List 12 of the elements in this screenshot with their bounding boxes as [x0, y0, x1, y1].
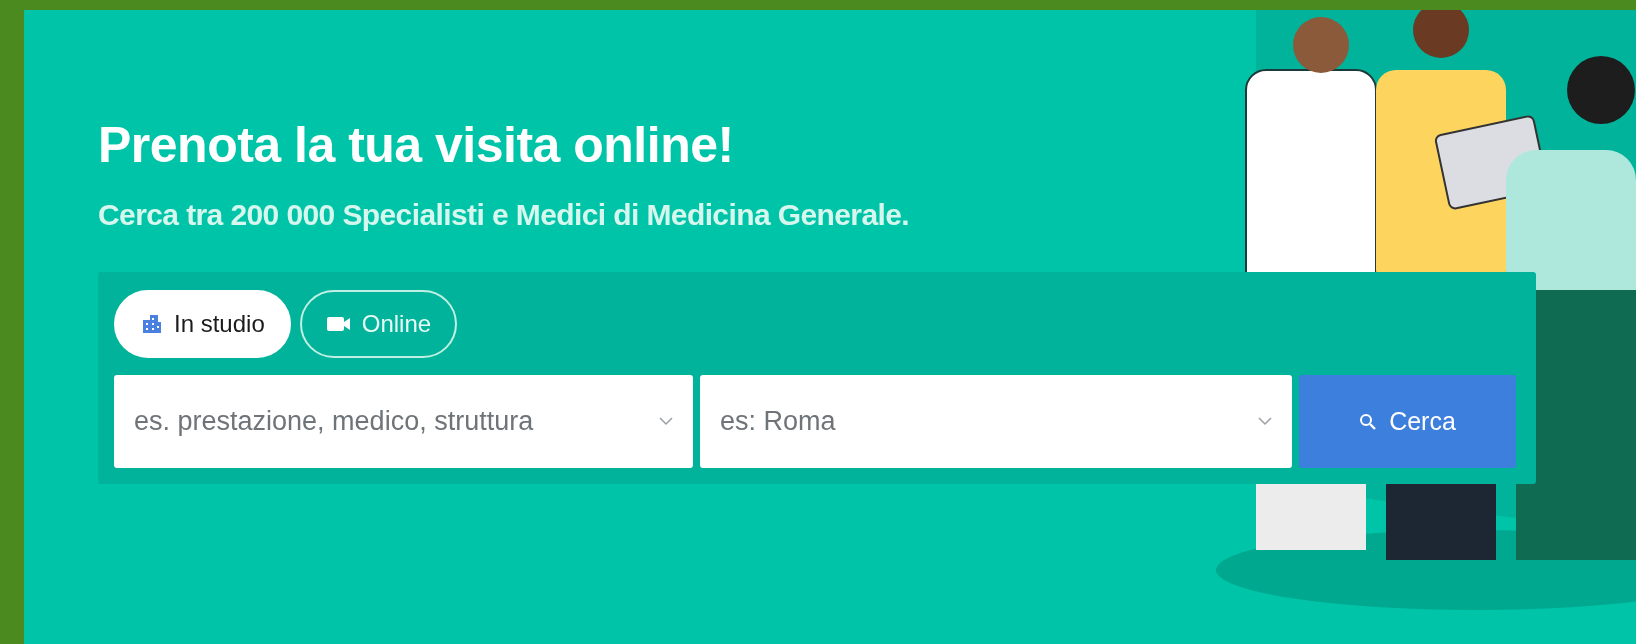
page-title: Prenota la tua visita online! — [98, 116, 734, 174]
search-button[interactable]: Cerca — [1299, 375, 1516, 468]
chevron-down-icon — [659, 417, 673, 426]
chevron-down-icon — [1258, 417, 1272, 426]
search-icon — [1359, 412, 1378, 431]
search-field[interactable]: es: Roma — [700, 375, 1292, 468]
page-subtitle: Cerca tra 200 000 Specialisti e Medici di Medicina Generale. — [98, 198, 910, 232]
mode-tab[interactable]: In studio — [114, 290, 291, 358]
video-camera-icon — [325, 315, 352, 333]
mode-tab[interactable]: Online — [299, 290, 458, 358]
building-icon — [140, 312, 164, 336]
search-field[interactable]: es. prestazione, medico, struttura — [114, 375, 693, 468]
